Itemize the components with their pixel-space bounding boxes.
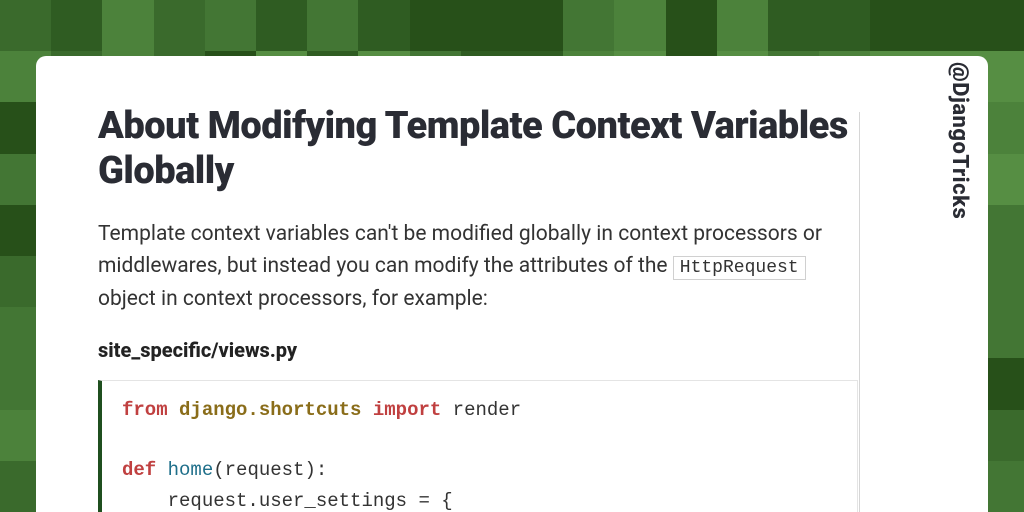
inline-code: HttpRequest [673, 256, 806, 280]
author-handle: @DjangoTricks [947, 62, 972, 219]
function-params: (request): [213, 459, 327, 481]
page-title: About Modifying Template Context Variabl… [98, 104, 858, 194]
intro-paragraph: Template context variables can't be modi… [98, 218, 858, 316]
keyword-def: def [122, 459, 156, 481]
article-card: About Modifying Template Context Variabl… [36, 56, 988, 512]
code-filename: site_specific/views.py [98, 338, 858, 362]
function-name: home [168, 459, 214, 481]
keyword-from: from [122, 399, 168, 421]
module-name: django.shortcuts [179, 399, 361, 421]
para-text-2: object in context processors, for exampl… [98, 287, 488, 311]
import-target: render [441, 399, 521, 421]
code-line-4: request.user_settings = { [122, 490, 453, 512]
side-separator [859, 112, 860, 512]
code-block: from django.shortcuts import render def … [98, 380, 858, 512]
keyword-import: import [373, 399, 441, 421]
